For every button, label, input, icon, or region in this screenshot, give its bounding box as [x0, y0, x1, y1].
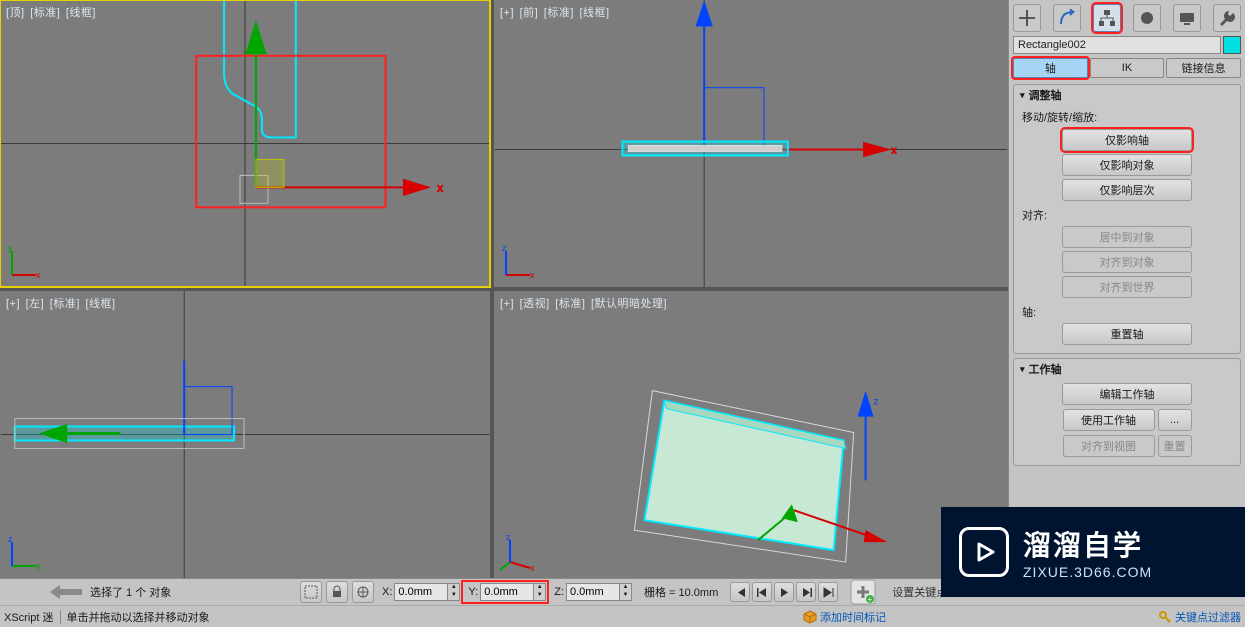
svg-text:+: + — [868, 595, 873, 604]
viewport-front[interactable]: [+] [前] [标准] [线框] x — [494, 0, 1008, 287]
command-panel: 轴 IK 链接信息 ▾ 调整轴 移动/旋转/缩放: 仅影响轴 仅影响对象 仅影响… — [1008, 0, 1245, 578]
svg-text:y: y — [36, 561, 41, 571]
svg-text:x: x — [530, 563, 535, 573]
prev-frame-button[interactable] — [752, 582, 772, 602]
watermark-url: ZIXUE.3D66.COM — [1023, 564, 1152, 580]
affect-pivot-only-button[interactable]: 仅影响轴 — [1062, 129, 1192, 151]
cube-icon — [803, 610, 817, 624]
edit-working-pivot-button[interactable]: 编辑工作轴 — [1062, 383, 1192, 405]
listener-label: XScript 迷 — [4, 609, 54, 625]
rollout-header[interactable]: ▾ 工作轴 — [1014, 359, 1240, 379]
affect-object-only-button[interactable]: 仅影响对象 — [1062, 154, 1192, 176]
set-key-label: 设置关键点 — [892, 584, 947, 600]
rollout-header[interactable]: ▾ 调整轴 — [1014, 85, 1240, 105]
svg-text:y: y — [8, 243, 13, 253]
add-time-tag-button[interactable]: 添加时间标记 — [803, 609, 886, 625]
y-label: Y: — [468, 586, 478, 598]
x-spinner[interactable]: ▲▼ — [448, 583, 460, 601]
coord-system-icon[interactable] — [352, 581, 374, 603]
grid-size-readout: 栅格 = 10.0mm — [644, 584, 718, 600]
svg-text:z: z — [506, 532, 511, 542]
x-coord-input[interactable] — [394, 583, 448, 601]
affect-hierarchy-only-button[interactable]: 仅影响层次 — [1062, 179, 1192, 201]
tab-motion[interactable] — [1133, 4, 1161, 32]
collapse-icon: ▾ — [1020, 364, 1025, 375]
play-button[interactable] — [774, 582, 794, 602]
viewport-top[interactable]: [顶] [标准] [线框] x — [0, 0, 490, 287]
selection-status: 选择了 1 个 对象 — [86, 584, 296, 600]
subtab-pivot[interactable]: 轴 — [1013, 58, 1088, 78]
svg-text:z: z — [8, 534, 13, 544]
key-icon — [1158, 610, 1172, 624]
selection-lock-icon[interactable] — [300, 581, 322, 603]
goto-end-button[interactable] — [818, 582, 838, 602]
align-to-view-button[interactable]: 对齐到视图 — [1063, 435, 1155, 457]
svg-text:x: x — [530, 270, 535, 280]
viewport-drawing: z — [494, 291, 1008, 578]
center-to-object-button[interactable]: 居中到对象 — [1062, 226, 1192, 248]
viewport-label: [+] [左] [标准] [线框] — [6, 295, 118, 311]
tab-utilities[interactable] — [1213, 4, 1241, 32]
watermark-title: 溜溜自学 — [1023, 524, 1152, 564]
next-frame-button[interactable] — [796, 582, 816, 602]
command-panel-tabs — [1009, 0, 1245, 34]
key-filters-button[interactable]: 关键点过滤器 — [1158, 609, 1241, 625]
y-spinner[interactable]: ▲▼ — [534, 583, 546, 601]
goto-start-button[interactable] — [730, 582, 750, 602]
move-rotate-scale-label: 移动/旋转/缩放: — [1022, 109, 1232, 125]
axis-gizmo: x z — [500, 536, 536, 572]
timeline-edge-icon — [4, 585, 82, 599]
viewport-nav-button[interactable]: + — [848, 577, 878, 607]
align-to-world-button[interactable]: 对齐到世界 — [1062, 276, 1192, 298]
object-name-field[interactable] — [1013, 36, 1221, 54]
x-label: X: — [382, 586, 392, 598]
svg-text:x: x — [437, 182, 443, 194]
lock-toggle-icon[interactable] — [326, 581, 348, 603]
tab-modify[interactable] — [1053, 4, 1081, 32]
viewport-left[interactable]: [+] [左] [标准] [线框] y z — [0, 291, 490, 578]
subtab-link-info[interactable]: 链接信息 — [1166, 58, 1241, 78]
reset-pivot-button[interactable]: 重置轴 — [1062, 323, 1192, 345]
reset-working-pivot-button[interactable]: 重置 — [1158, 435, 1192, 457]
viewport-perspective[interactable]: [+] [透视] [标准] [默认明暗处理] z — [494, 291, 1008, 578]
prompt-hint: 单击并拖动以选择并移动对象 — [67, 609, 210, 625]
viewport-label: [+] [透视] [标准] [默认明暗处理] — [500, 295, 669, 311]
subtab-ik[interactable]: IK — [1090, 58, 1165, 78]
tab-display[interactable] — [1173, 4, 1201, 32]
tab-hierarchy[interactable] — [1093, 4, 1121, 32]
play-icon — [959, 527, 1009, 577]
axis-label: 轴: — [1022, 304, 1232, 320]
tab-create[interactable] — [1013, 4, 1041, 32]
watermark: 溜溜自学 ZIXUE.3D66.COM — [941, 507, 1245, 597]
viewport-drawing: x — [0, 0, 490, 287]
collapse-icon: ▾ — [1020, 90, 1025, 101]
rollout-adjust-pivot: ▾ 调整轴 移动/旋转/缩放: 仅影响轴 仅影响对象 仅影响层次 对齐: 居中到… — [1013, 84, 1241, 354]
svg-text:x: x — [36, 270, 41, 280]
viewport-label: [+] [前] [标准] [线框] — [500, 4, 612, 20]
axis-gizmo: x y — [6, 245, 42, 281]
y-coord-input[interactable] — [480, 583, 534, 601]
svg-text:z: z — [874, 397, 879, 408]
rollout-working-pivot: ▾ 工作轴 编辑工作轴 使用工作轴 ... 对齐到视图 重置 — [1013, 358, 1241, 466]
viewport-quad: [顶] [标准] [线框] x — [0, 0, 1008, 578]
viewport-label: [顶] [标准] [线框] — [6, 4, 98, 20]
use-working-pivot-button[interactable]: 使用工作轴 — [1063, 409, 1155, 431]
svg-text:z: z — [502, 243, 507, 253]
align-label: 对齐: — [1022, 207, 1232, 223]
viewport-drawing — [0, 291, 490, 578]
z-label: Z: — [554, 586, 564, 598]
axis-gizmo: y z — [6, 536, 42, 572]
viewport-drawing: x — [494, 0, 1008, 287]
axis-gizmo: x z — [500, 245, 536, 281]
object-color-swatch[interactable] — [1223, 36, 1241, 54]
working-pivot-more-button[interactable]: ... — [1158, 409, 1192, 431]
svg-text:x: x — [892, 145, 897, 156]
z-spinner[interactable]: ▲▼ — [620, 583, 632, 601]
align-to-object-button[interactable]: 对齐到对象 — [1062, 251, 1192, 273]
z-coord-input[interactable] — [566, 583, 620, 601]
